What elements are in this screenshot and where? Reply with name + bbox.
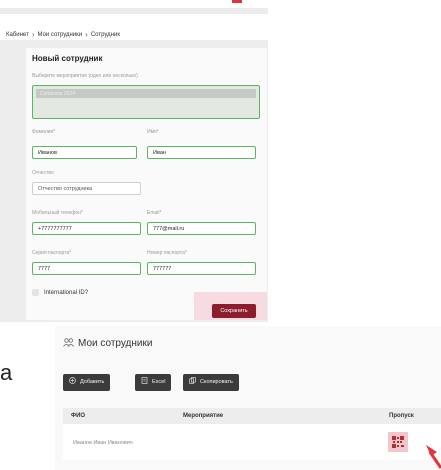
pass-qr-button[interactable] [388,432,408,452]
phone-field[interactable]: +7777777777 [32,222,141,235]
qr-code-icon [392,436,404,448]
firstname-field[interactable]: Иван [147,146,256,159]
new-employee-form: Новый сотрудник Выберите мероприятие (од… [26,48,267,320]
passport-number-field[interactable]: 777777 [147,262,256,275]
employee-name-cell: Иванов Иван Иванович [73,440,133,446]
column-header-fio[interactable]: ФИО [71,413,85,419]
employees-list-panel: Мои сотрудники Добавить Excel Скопироват… [55,326,441,470]
chevron-right-icon: › [85,30,88,39]
lastname-label: Фамилия* [32,129,56,135]
form-title: Новый сотрудник [32,54,103,63]
breadcrumb-employee: Сотрудник [90,32,120,38]
column-header-pass[interactable]: Пропуск [389,413,414,419]
employees-title: Мои сотрудники [63,338,152,349]
patronymic-label: Отчество [32,170,54,176]
top-red-mark [232,0,242,3]
excel-file-icon [141,377,148,384]
side-letter: а [0,360,13,385]
patronymic-field[interactable]: Отчество сотрудника [32,182,141,195]
save-button[interactable]: Сохранить [212,304,256,318]
add-button[interactable]: Добавить [63,374,111,391]
people-icon [63,338,74,347]
chevron-right-icon: › [31,30,35,39]
table-row[interactable]: Иванов Иван Иванович [63,424,441,460]
passport-series-label: Серия паспорта* [32,250,72,256]
column-header-event[interactable]: Мероприятие [183,413,223,419]
selected-event-chip[interactable]: Comtesse 2024 [36,89,256,98]
copy-button-label: Скопировать [200,379,233,385]
excel-button-label: Excel [152,379,166,385]
international-id-label: International ID? [44,290,89,297]
email-label: Email* [147,210,162,216]
copy-button[interactable]: Скопировать [183,374,239,391]
events-multiselect[interactable]: Comtesse 2024 [32,85,260,119]
save-highlight: Сохранить [194,292,267,320]
passport-series-field[interactable]: 7777 [32,262,141,275]
lastname-field[interactable]: Иванов [32,146,137,159]
international-id-checkbox[interactable]: International ID? [32,289,88,296]
top-band [0,8,268,14]
checkbox-box[interactable] [32,289,39,296]
breadcrumb-my-employees[interactable]: Мои сотрудники [38,32,83,38]
firstname-label: Имя* [147,129,159,135]
plus-circle-icon [69,377,76,384]
excel-button[interactable]: Excel [135,374,172,391]
breadcrumb-cabinet[interactable]: Кабинет [6,32,29,38]
phone-label: Мобильный телефон* [32,210,83,216]
events-label: Выберите мероприятие (одно или несколько… [32,73,138,79]
passport-number-label: Номер паспорта* [147,250,187,256]
add-button-label: Добавить [80,379,105,385]
employees-title-text: Мои сотрудники [78,338,153,349]
copy-icon [189,377,196,384]
table-header: ФИО Мероприятие Пропуск [63,408,441,424]
email-field[interactable]: 777@mail.ru [147,222,256,235]
breadcrumb: Кабинет › Мои сотрудники › Сотрудник [6,29,120,39]
